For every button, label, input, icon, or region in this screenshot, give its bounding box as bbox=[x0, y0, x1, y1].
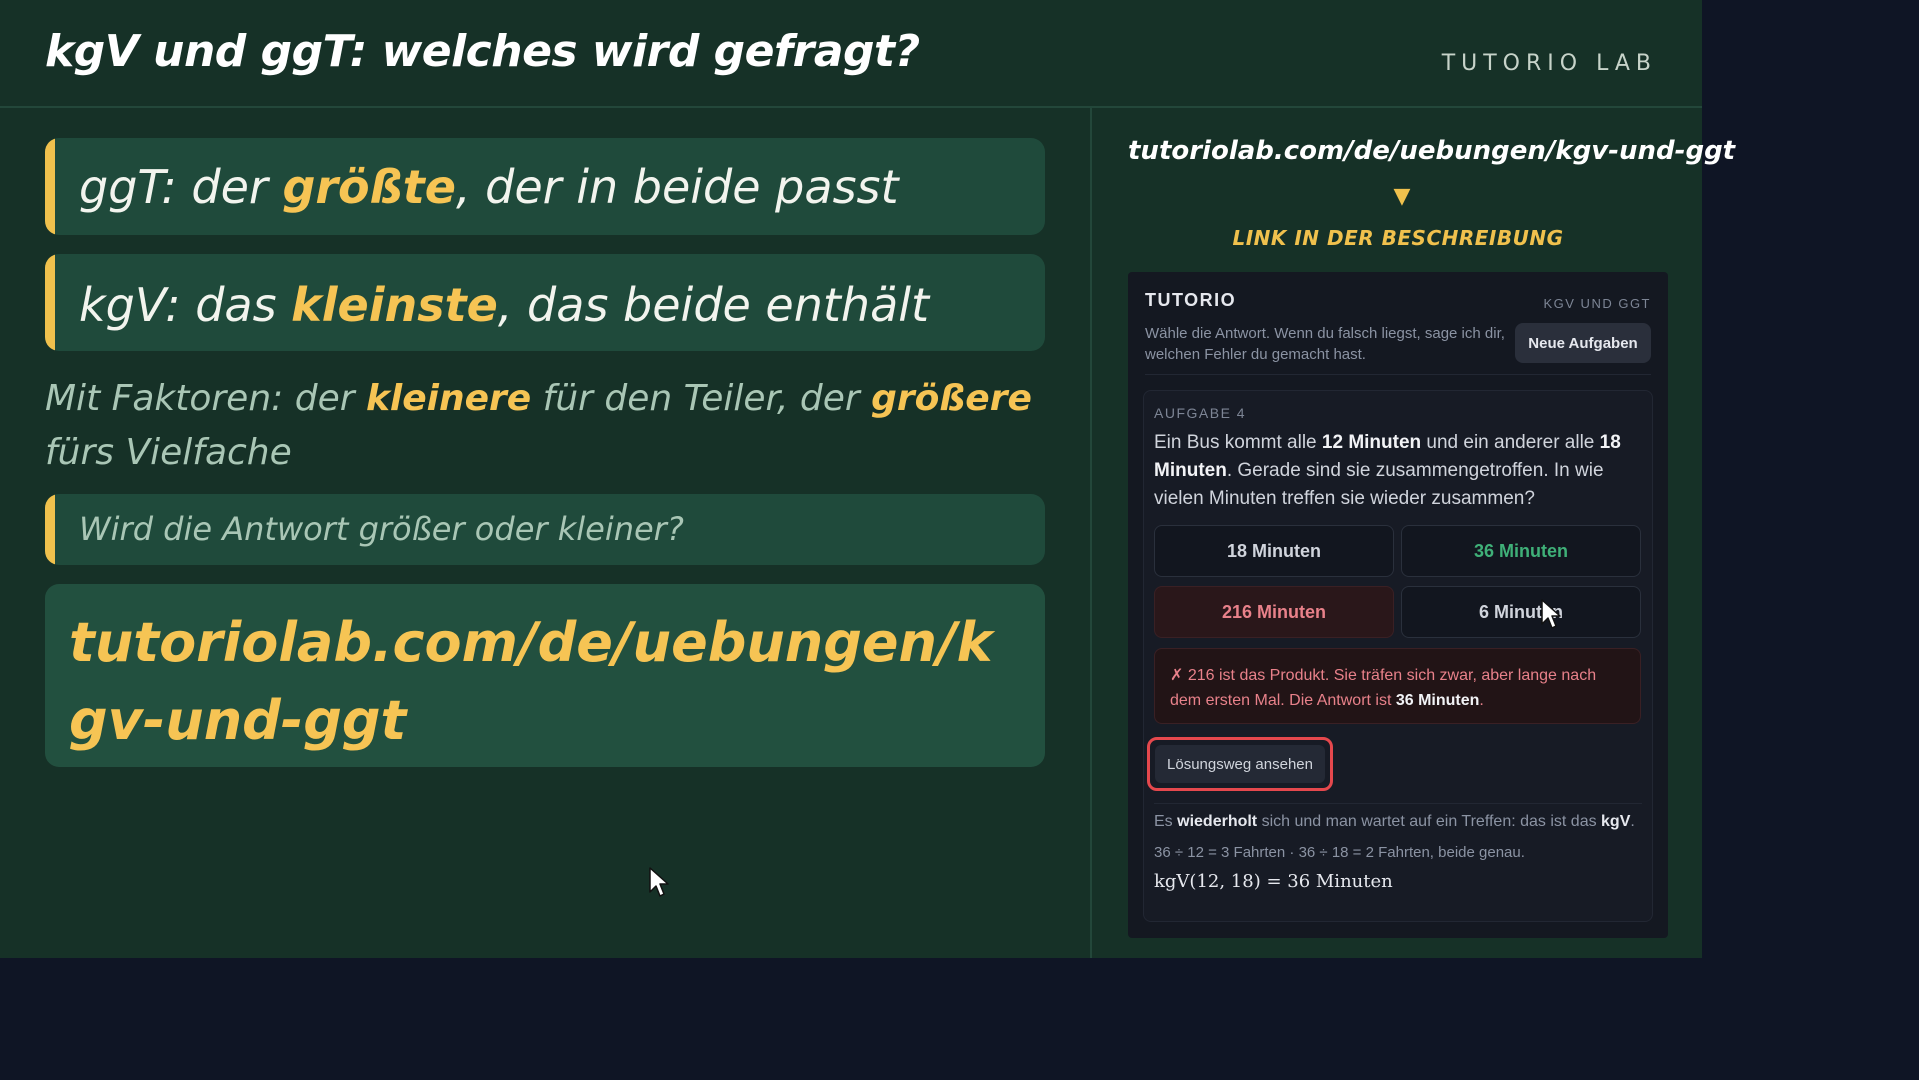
divider bbox=[1145, 374, 1651, 375]
task-card: AUFGABE 4 Ein Bus kommt alle 12 Minuten … bbox=[1143, 390, 1653, 922]
mouse-pointer-icon bbox=[1541, 599, 1561, 629]
app-brand: TUTORIO bbox=[1145, 290, 1237, 310]
link-cta: LINK IN DER BESCHREIBUNG bbox=[1232, 226, 1564, 250]
slide-header: kgV und ggT: welches wird gefragt? TUTOR… bbox=[0, 0, 1702, 108]
column-divider bbox=[1090, 108, 1092, 958]
solution-line-1: Es wiederholt sich und man wartet auf ei… bbox=[1154, 813, 1635, 830]
task-label: AUFGABE 4 bbox=[1154, 405, 1247, 421]
ggt-highlight: größte bbox=[282, 160, 456, 214]
accent-bar bbox=[45, 494, 55, 565]
brand-label: TUTORIO LAB bbox=[1441, 51, 1657, 76]
tutorio-app-window: TUTORIO KGV UND GGT Wähle die Antwort. W… bbox=[1128, 272, 1668, 938]
solution-formula: kgV(12, 18) = 36 Minuten bbox=[1154, 871, 1393, 892]
accent-bar bbox=[45, 254, 55, 351]
app-topic: KGV UND GGT bbox=[1543, 296, 1651, 311]
ggt-card: ggT: der größte, der in beide passt bbox=[45, 138, 1045, 235]
slide-board: kgV und ggT: welches wird gefragt? TUTOR… bbox=[0, 0, 1735, 958]
mouse-pointer-icon bbox=[649, 867, 669, 897]
arrow-down-icon: ▼ bbox=[1393, 184, 1411, 209]
answer-option[interactable]: 18 Minuten bbox=[1154, 525, 1394, 577]
link-url[interactable]: tutoriolab.com/de/uebungen/kgv-und-ggt bbox=[1128, 136, 1735, 166]
solution-line-2: 36 ÷ 12 = 3 Fahrten · 36 ÷ 18 = 2 Fahrte… bbox=[1154, 844, 1525, 861]
task-question: Ein Bus kommt alle 12 Minuten und ein an… bbox=[1154, 432, 1621, 509]
kgv-card: kgV: das kleinste, das beide enthält bbox=[45, 254, 1045, 351]
slide-title: kgV und ggT: welches wird gefragt? bbox=[45, 26, 920, 77]
answer-option[interactable]: 6 Minuten bbox=[1401, 586, 1641, 638]
new-tasks-button[interactable]: Neue Aufgaben bbox=[1515, 323, 1651, 363]
question-card: Wird die Antwort größer oder kleiner? bbox=[45, 494, 1045, 565]
url-text: tutoriolab.com/de/uebungen/kgv-und-ggt bbox=[69, 611, 993, 752]
question-text: Wird die Antwort größer oder kleiner? bbox=[79, 510, 684, 548]
url-card: tutoriolab.com/de/uebungen/kgv-und-ggt bbox=[45, 584, 1045, 767]
divider bbox=[1154, 803, 1642, 804]
kgv-highlight: kleinste bbox=[291, 278, 498, 332]
solution-button[interactable]: Lösungsweg ansehen bbox=[1155, 745, 1325, 783]
answer-option-correct[interactable]: 36 Minuten bbox=[1401, 525, 1641, 577]
ggt-text: ggT: der größte, der in beide passt bbox=[79, 160, 899, 214]
feedback-box: ✗ 216 ist das Produkt. Sie träfen sich z… bbox=[1154, 648, 1641, 724]
kgv-text: kgV: das kleinste, das beide enthält bbox=[79, 278, 930, 332]
accent-bar bbox=[45, 138, 55, 235]
app-subtitle: Wähle die Antwort. Wenn du falsch liegst… bbox=[1145, 325, 1505, 363]
answer-option-wrong-selected[interactable]: 216 Minuten bbox=[1154, 586, 1394, 638]
factors-text: Mit Faktoren: der kleinere für den Teile… bbox=[45, 378, 1032, 473]
